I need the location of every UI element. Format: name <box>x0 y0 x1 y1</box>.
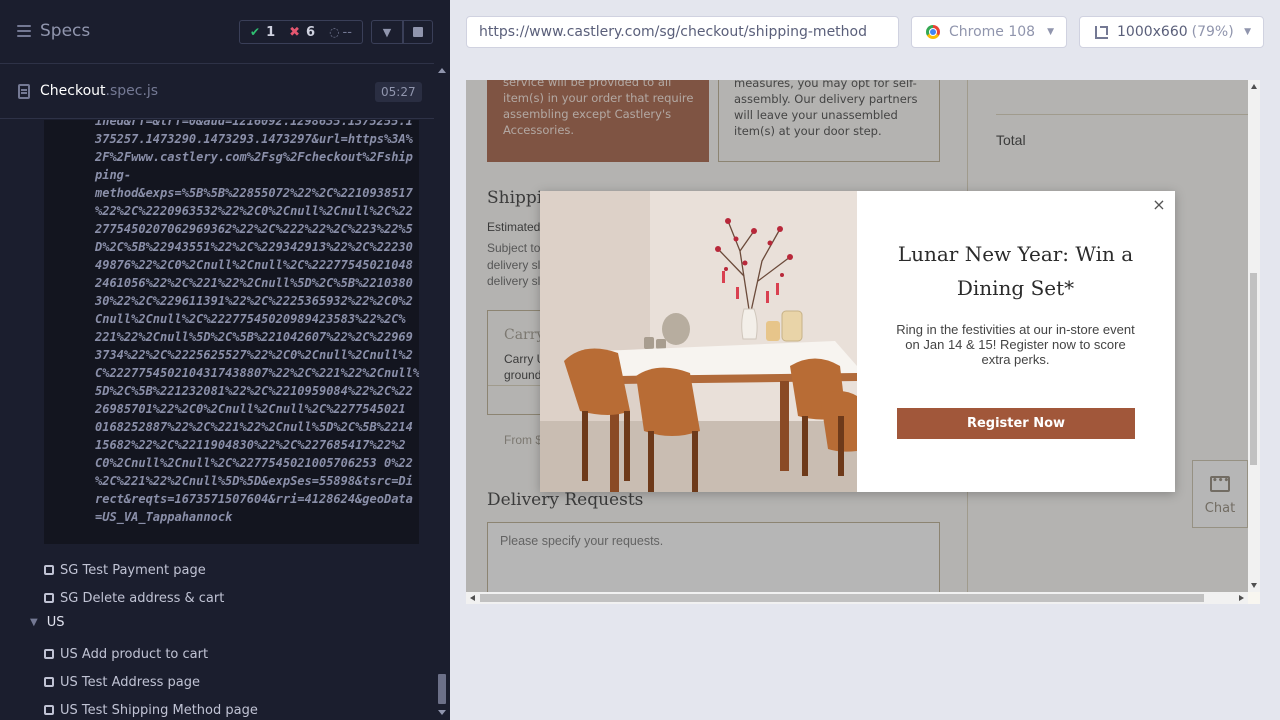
log-line: %22%2C%2220963532%22%2C0%2Cnull%2Cnull%2… <box>95 204 413 218</box>
log-line: C0%2Cnull%2Cnull%2C%2277545021005706253 … <box>95 456 413 470</box>
suite-us[interactable]: ▼ US <box>30 615 64 630</box>
log-line: 5D%2C%5B%221232081%22%2C%2210959084%22%2… <box>95 384 413 398</box>
test-item-us-address[interactable]: US Test Address page <box>44 672 200 692</box>
log-line: 2775450207062969362%22%2C%222%22%2C%223%… <box>95 222 413 236</box>
test-stats: ✔ 1 ✖ 6 ◌ -- <box>239 20 363 44</box>
aut-vertical-scrollbar[interactable] <box>1248 80 1260 592</box>
log-line: 49876%22%2C0%2Cnull%2Cnull%2C%2227754502… <box>95 258 413 272</box>
specs-menu-icon[interactable] <box>17 25 31 39</box>
browser-label: Chrome 108 <box>949 24 1036 40</box>
log-line: ined&rf=&trf=0&aud=1216092.1298635.13752… <box>95 120 413 128</box>
register-now-button[interactable]: Register Now <box>897 408 1135 439</box>
chevron-down-icon: ▼ <box>1244 27 1251 37</box>
runner-panel: Specs ✔ 1 ✖ 6 ◌ -- ▼ Checkout.spec.js 05:27… <box>0 0 450 720</box>
chrome-icon <box>926 25 940 39</box>
dining-set-image <box>540 191 857 492</box>
test-title: US Test Address page <box>60 674 201 690</box>
test-item-sg-delete[interactable]: SG Delete address & cart <box>44 588 224 608</box>
spec-ext: .spec.js <box>105 83 159 99</box>
viewport-selector[interactable]: 1000x660 (79%) ▼ <box>1079 16 1264 48</box>
toggle-collapse-button[interactable]: ▼ <box>371 20 403 44</box>
checkout-page: service will be provided to all item(s) … <box>466 80 1248 592</box>
log-line: 3734%22%2C%2225625527%22%2C0%2Cnull%2Cnu… <box>95 348 413 362</box>
spec-duration: 05:27 <box>375 82 422 102</box>
popup-title: Lunar New Year: Win a Dining Set* <box>897 242 1134 300</box>
test-item-sg-payment[interactable]: SG Test Payment page <box>44 560 206 580</box>
file-icon <box>18 84 30 99</box>
scroll-down-icon[interactable] <box>438 710 446 715</box>
viewport-icon <box>1095 25 1108 39</box>
log-line: 0168252887%22%2C%221%22%2Cnull%5D%2C%5B%… <box>95 420 413 434</box>
scroll-right-icon[interactable] <box>1239 595 1244 601</box>
app-under-test-frame: service will be provided to all item(s) … <box>466 80 1260 604</box>
test-status-icon <box>44 649 54 659</box>
test-title: SG Delete address & cart <box>60 590 225 606</box>
log-text: ined&rf=&trf=0&aud=1216092.1298635.13752… <box>95 120 419 526</box>
viewport-size: 1000x660 <box>1117 24 1188 40</box>
runner-scrollbar[interactable] <box>434 64 450 720</box>
scroll-thumb[interactable] <box>480 594 1204 602</box>
log-line: rect&reqts=1673571507604&rri=4128624&geo… <box>95 492 413 506</box>
log-line: 2F%2Fwww.castlery.com%2Fsg%2Fcheckout%2F… <box>95 150 413 164</box>
scroll-thumb[interactable] <box>1250 273 1257 465</box>
test-title: US Add product to cart <box>60 646 209 662</box>
stop-button[interactable] <box>403 20 433 44</box>
passed-stat: ✔ 1 <box>250 25 275 40</box>
failed-stat: ✖ 6 <box>289 25 315 40</box>
test-status-icon <box>44 705 54 715</box>
log-line: method&exps=%5B%5B%22855072%22%2C%221093… <box>95 186 413 200</box>
passed-count: 1 <box>266 24 276 40</box>
log-line: 375257.1473290.1473293.1473297&url=https… <box>95 132 413 146</box>
log-line: 221%22%2Cnull%5D%2C%5B%221042607%22%2C%2… <box>95 330 413 344</box>
test-title: SG Test Payment page <box>60 562 206 578</box>
aut-horizontal-scrollbar[interactable] <box>466 592 1248 604</box>
pending-stat: ◌ -- <box>329 25 352 40</box>
browser-selector[interactable]: Chrome 108 ▼ <box>911 16 1067 48</box>
scroll-up-icon[interactable] <box>1251 84 1257 89</box>
test-status-icon <box>44 593 54 603</box>
log-line: C%2227754502104317438807%22%2C%221%22%2C… <box>95 366 419 380</box>
popup-body: Ring in the festivities at our in-store … <box>896 322 1135 367</box>
log-line: Cnull%2Cnull%2C%22277545020989423583%22%… <box>95 312 406 326</box>
test-item-us-add-product[interactable]: US Add product to cart <box>44 644 208 664</box>
log-line: 15682%22%2C%2211904830%22%2C%227685417%2… <box>95 438 406 452</box>
test-title: US Test Shipping Method page <box>60 702 258 718</box>
dining-room-illustration <box>540 191 857 492</box>
test-status-icon <box>44 677 54 687</box>
promo-popup: × Lunar New Year: Win a Dining Set* Ring… <box>540 191 1175 492</box>
log-line: 2461056%22%2C%221%22%2Cnull%5D%2C%5B%221… <box>95 276 413 290</box>
log-line: ping- <box>95 168 132 182</box>
scroll-down-icon[interactable] <box>1251 583 1257 588</box>
chevron-down-icon: ▼ <box>1047 27 1054 37</box>
scroll-up-icon[interactable] <box>438 68 446 73</box>
log-line: %2C%221%22%2Cnull%5D%5D&expSes=55898&tsr… <box>95 474 413 488</box>
chevron-down-icon: ▼ <box>30 617 38 628</box>
log-line: D%2C%5B%22943551%22%2C%229342913%22%2C%2… <box>95 240 413 254</box>
command-log-output: ined&rf=&trf=0&aud=1216092.1298635.13752… <box>44 120 419 544</box>
check-icon: ✔ <box>250 25 261 39</box>
scroll-left-icon[interactable] <box>470 595 475 601</box>
viewport-scale: (79%) <box>1191 24 1234 40</box>
log-line: 26985701%22%2C0%2Cnull%2Cnull%2C%2277545… <box>95 402 406 416</box>
runner-header: Specs ✔ 1 ✖ 6 ◌ -- ▼ <box>0 0 434 64</box>
spec-filename: Checkout.spec.js <box>40 83 158 99</box>
log-line: 30%22%2C%229611391%22%2C%2225365932%22%2… <box>95 294 413 308</box>
suite-title: US <box>46 615 65 630</box>
spec-file-row[interactable]: Checkout.spec.js 05:27 <box>0 65 434 119</box>
pending-count: -- <box>342 24 352 40</box>
spinner-icon: ◌ <box>329 25 340 39</box>
test-item-us-shipping[interactable]: US Test Shipping Method page <box>44 700 258 720</box>
url-bar[interactable]: https://www.castlery.com/sg/checkout/shi… <box>466 16 899 48</box>
spec-name: Checkout <box>40 83 106 99</box>
log-line: =US_VA_Tappahannock <box>95 510 233 524</box>
scroll-thumb[interactable] <box>438 674 446 704</box>
failed-count: 6 <box>306 24 316 40</box>
chevron-down-icon: ▼ <box>382 25 392 39</box>
test-status-icon <box>44 565 54 575</box>
specs-title[interactable]: Specs <box>40 21 90 41</box>
stop-icon <box>413 27 423 37</box>
x-icon: ✖ <box>289 24 301 40</box>
close-icon[interactable]: × <box>1151 197 1167 213</box>
